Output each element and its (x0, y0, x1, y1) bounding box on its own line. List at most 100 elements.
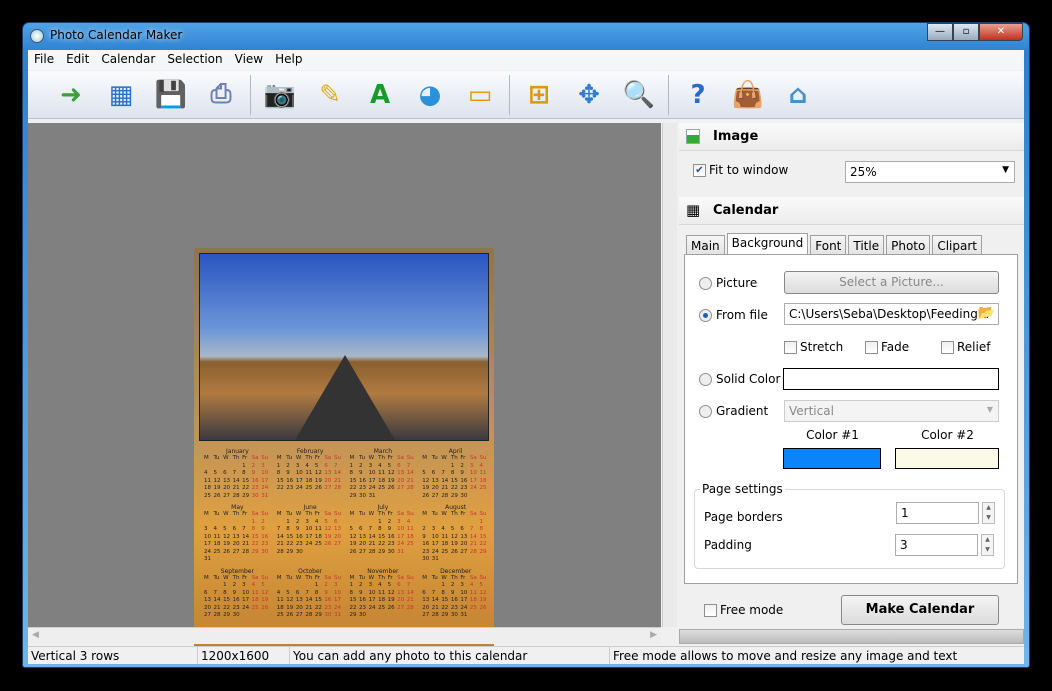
day-cell: 3 (204, 526, 208, 532)
fit-button[interactable]: ⊞ (520, 76, 558, 114)
day-cell: 30 (232, 612, 240, 618)
relief-checkbox[interactable]: Relief (941, 340, 990, 354)
radio[interactable] (699, 309, 712, 322)
calendar-photo[interactable] (199, 253, 489, 441)
clipart-ball-button[interactable]: ◕ (411, 76, 449, 114)
help-button[interactable]: ? (679, 76, 717, 114)
weekday-header: Su (261, 574, 269, 581)
day-cell: 14 (242, 533, 250, 540)
file-path-input[interactable]: C:\Users\Seba\Desktop\Feeding a 📂 (784, 303, 999, 325)
buy-bag-button[interactable]: 👜 (729, 76, 767, 114)
solid-color-swatch[interactable] (783, 368, 999, 390)
weekday-header: Tu (213, 511, 220, 517)
day-cell: 6 (223, 470, 227, 476)
from-file-radio[interactable]: From file (699, 308, 768, 322)
edit-note-button[interactable]: ✎ (311, 76, 349, 114)
minimize-button[interactable]: — (927, 23, 953, 41)
fit-to-window-checkbox[interactable]: ✔ Fit to window (693, 163, 788, 177)
color1-label: Color #1 (806, 428, 859, 442)
day-cell: 26 (387, 485, 395, 491)
checkbox[interactable] (784, 341, 797, 354)
tab-font[interactable]: Font (810, 235, 847, 255)
page-borders-value: 1 (901, 506, 909, 520)
zoom-button[interactable]: 🔍 (620, 76, 658, 114)
day-cell: 12 (349, 533, 357, 540)
fade-checkbox[interactable]: Fade (865, 340, 909, 354)
day-cell: 15 (314, 597, 322, 603)
picture-radio[interactable]: Picture (699, 276, 757, 290)
gradient-type-value: Vertical (789, 404, 834, 418)
page-borders-input[interactable]: 1 (896, 502, 979, 524)
free-mode-checkbox[interactable]: Free mode (704, 603, 783, 617)
print-button[interactable]: ⎙ (202, 76, 240, 114)
month-name: October (298, 567, 323, 575)
menu-selection[interactable]: Selection (161, 50, 228, 70)
weekday-header: Tu (286, 455, 293, 461)
month-january: January M Tu W Th Fr Sa Su 1 2 3 4 5 6 7 8 9 10 11 12 13 14 15… (204, 448, 271, 500)
move-button[interactable]: ✥ (570, 76, 608, 114)
day-cell: 29 (378, 548, 386, 555)
tab-clipart[interactable]: Clipart (932, 235, 982, 255)
day-cell: 11 (213, 533, 221, 540)
vertical-scrollbar[interactable] (662, 123, 677, 627)
tab-background[interactable]: Background (726, 233, 809, 256)
save-button[interactable]: 💾 (152, 76, 190, 114)
zoom-select[interactable]: 25% ▼ (845, 161, 1015, 183)
radio[interactable] (699, 277, 712, 290)
checkbox[interactable] (704, 604, 717, 617)
select-picture-button[interactable]: Select a Picture... (784, 271, 999, 294)
day-cell: 5 (387, 462, 392, 469)
day-cell: 8 (441, 589, 445, 596)
background-image-button[interactable]: ▭ (461, 76, 499, 114)
tab-photo[interactable]: Photo (886, 235, 931, 255)
checkbox[interactable] (865, 341, 878, 354)
horizontal-scrollbar[interactable]: ◀ ▶ (28, 627, 661, 644)
day-cell: 5 (422, 470, 426, 476)
gradient-radio[interactable]: Gradient (699, 404, 768, 418)
new-calendar-button[interactable]: ▦ (102, 76, 140, 114)
day-cell: 26 (324, 541, 332, 547)
page-borders-spinner[interactable]: ▲ ▼ (982, 502, 995, 524)
padding-input[interactable]: 3 (895, 534, 978, 556)
color1-swatch[interactable] (783, 448, 881, 469)
day-cell: 30 (251, 492, 259, 499)
gradient-type-select[interactable]: Vertical ▼ (784, 400, 999, 422)
canvas-area[interactable]: January M Tu W Th Fr Sa Su 1 2 3 4 5 6 7 8 9 10 11 12 13 14 15… (28, 123, 661, 648)
tab-main[interactable]: Main (686, 235, 725, 255)
menu-help[interactable]: Help (269, 50, 308, 70)
day-cell: 20 (295, 604, 303, 611)
weekday-header: M (349, 511, 355, 517)
maximize-button[interactable]: ▫ (953, 23, 979, 41)
open-button[interactable]: ➜ (52, 76, 90, 114)
menu-view[interactable]: View (229, 50, 269, 70)
padding-spinner[interactable]: ▲ ▼ (981, 534, 994, 556)
day-cell: 22 (349, 485, 357, 491)
weekday-header: Th (450, 455, 458, 461)
calendar-page-preview[interactable]: January M Tu W Th Fr Sa Su 1 2 3 4 5 6 7 8 9 10 11 12 13 14 15… (194, 248, 494, 648)
home-button[interactable]: ⌂ (779, 76, 817, 114)
color2-swatch[interactable] (895, 448, 999, 469)
weekday-header: M (422, 455, 427, 461)
day-cell: 5 (261, 582, 265, 588)
text-button[interactable]: A (361, 76, 399, 114)
folder-open-icon[interactable]: 📂 (978, 305, 995, 321)
menu-file[interactable]: File (28, 50, 60, 70)
radio[interactable] (699, 373, 712, 386)
tab-title[interactable]: Title (848, 235, 885, 255)
status-bar: Vertical 3 rows 1200x1600 You can add an… (28, 646, 1024, 664)
day-cell: 29 (286, 548, 294, 555)
camera-button[interactable]: 📷 (261, 76, 299, 114)
solid-color-radio[interactable]: Solid Color (699, 372, 780, 386)
day-cell: 19 (213, 485, 221, 491)
stretch-checkbox[interactable]: Stretch (784, 340, 843, 354)
menu-calendar[interactable]: Calendar (95, 50, 161, 70)
close-button[interactable]: ✕ (979, 23, 1023, 41)
checkbox[interactable]: ✔ (693, 164, 706, 177)
month-february: February M Tu W Th Fr Sa Su 1 2 3 4 5 6 7 8 9 10 11 12 13 14 1… (277, 448, 344, 500)
radio[interactable] (699, 405, 712, 418)
checkbox[interactable] (941, 341, 954, 354)
menu-edit[interactable]: Edit (60, 50, 95, 70)
day-cell: 7 (406, 582, 411, 588)
weekday-header: Su (406, 511, 414, 517)
make-calendar-button[interactable]: Make Calendar (841, 595, 999, 625)
